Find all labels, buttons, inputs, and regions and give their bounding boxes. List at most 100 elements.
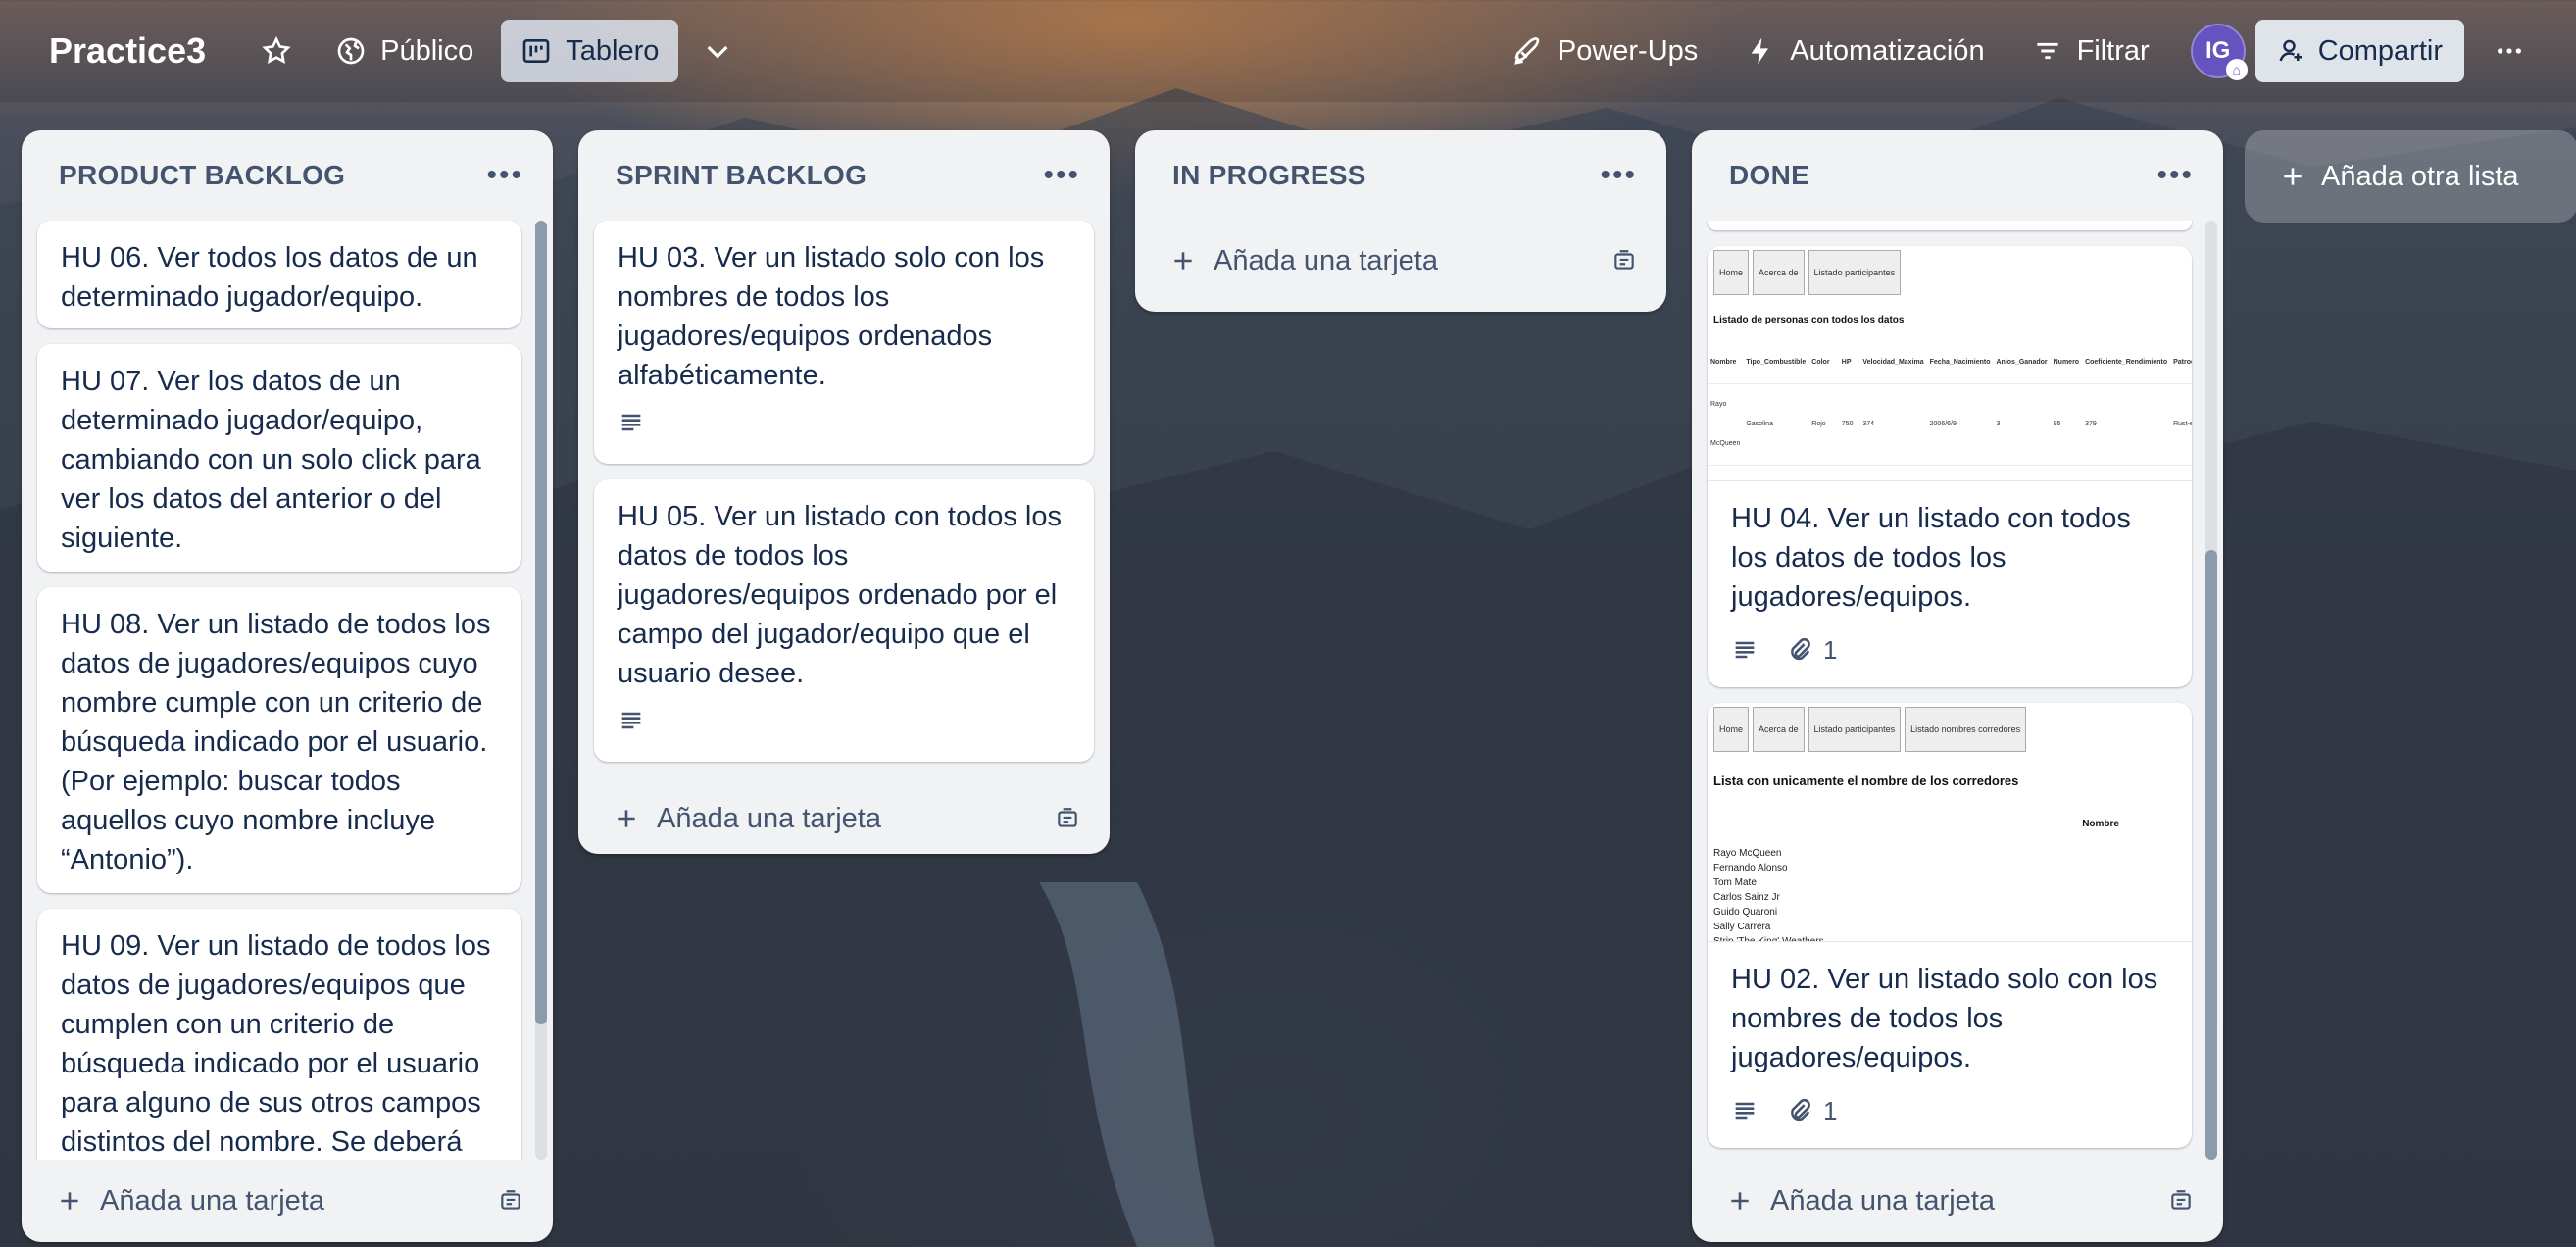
card[interactable]: HU 08. Ver un listado de todos los datos… [37,587,521,893]
plus-icon [1731,1192,1749,1210]
cover-table-cell: 323 [1859,465,1927,480]
card-container: HU 03. Ver un listado solo con los nombr… [578,221,1110,777]
cover-nav: Home Acerca de Listado participantes Lis… [1708,703,2192,756]
cover-table-cell: Verde [1808,465,1839,480]
list-title[interactable]: DONE [1729,160,1809,191]
cover-table-cell: 2006/6/9 [1926,383,1994,466]
cover-table-cell: 750 [1838,383,1860,466]
card-title: HU 08. Ver un listado de todos los datos… [61,609,491,875]
card[interactable]: HU 09. Ver un listado de todos los datos… [37,909,521,1160]
description-icon [621,414,641,431]
member-avatar[interactable]: IG ⌂ [2190,24,2248,80]
plus-icon [1174,252,1192,270]
cover-table-header-cell: HP [1838,342,1860,384]
card-template-icon[interactable] [1611,248,1637,274]
list-scrollbar[interactable] [535,221,547,1160]
card[interactable]: HU 03. Ver un listado solo con los nombr… [594,221,1094,464]
list-menu-icon[interactable]: ••• [486,159,523,192]
cover-heading: Listado de personas con todos los datos [1713,315,1905,325]
filter-button[interactable]: Filtrar [2012,20,2169,82]
card[interactable]: HU 07. Ver los datos de un determinado j… [37,344,521,572]
attachment-badge: 1 [1786,1091,1837,1130]
add-card-button[interactable]: Añada una tarjeta [57,1185,324,1218]
board-view-button[interactable]: Tablero [501,20,679,82]
automation-label: Automatización [1790,34,1985,67]
card[interactable] [1708,221,2192,230]
cover-table-cell: 1000 [1838,465,1860,480]
automation-button[interactable]: Automatización [1725,20,2004,82]
add-card-label: Añada una tarjeta [100,1184,324,1217]
cover-table-cell: 1 [2082,465,2171,480]
board-menu-button[interactable] [2478,20,2541,82]
more-icon [2498,48,2521,54]
powerups-button[interactable]: Power-Ups [1493,20,1717,82]
cover-table-header-cell: Coeficiente_Rendimiento [2082,342,2171,384]
cover-name-item: Strip 'The King' Weathers [1713,936,1824,942]
cover-heading: Lista con unicamente el nombre de los co… [1713,773,2019,788]
cover-nav-item: Home [1713,250,1750,295]
visibility-button[interactable]: Público [316,20,493,82]
card-title: HU 04. Ver un listado con todos los dato… [1731,503,2131,613]
cover-table-cell: Gasolina [1743,383,1809,466]
cover-nav-item: Acerca de [1753,707,1805,752]
board-view-label: Tablero [566,34,660,67]
card-template-icon[interactable] [498,1188,523,1214]
cover-names-list: Rayo McQueen Fernando Alonso Tom Mate Carlo… [1708,846,2192,942]
scrollbar-thumb[interactable] [2205,550,2217,1160]
cover-nav-item: Acerca de [1753,250,1805,295]
list-menu-icon[interactable]: ••• [2156,159,2194,192]
add-card-row: Añada una tarjeta [1692,1160,2223,1242]
cover-name-item: Carlos Sainz Jr [1713,892,1780,903]
paperclip-icon [1791,1098,1810,1122]
add-list-label: Añada otra lista [2321,160,2519,192]
add-card-button[interactable]: Añada una tarjeta [614,803,881,835]
powerups-label: Power-Ups [1557,34,1699,67]
card[interactable]: Home Acerca de Listado participantes Lis… [1708,703,2192,1148]
list-menu-icon[interactable]: ••• [1043,159,1080,192]
views-dropdown-button[interactable] [686,20,749,82]
add-card-row: Añada una tarjeta [578,777,1110,860]
add-card-button[interactable]: Añada una tarjeta [1170,245,1438,277]
list-title[interactable]: IN PROGRESS [1172,160,1366,191]
card[interactable]: HU 06. Ver todos los datos de un determi… [37,221,521,328]
list-done: DONE ••• Home Acerca de Listado particip… [1692,130,2223,1242]
attachment-badge: 1 [1786,630,1837,670]
add-card-label: Añada una tarjeta [1770,1184,1995,1217]
globe-icon [337,37,365,65]
star-button[interactable] [245,20,308,82]
card-template-icon[interactable] [1055,806,1080,831]
cover-table-cell: Gasolina [1743,465,1809,480]
cover-table-cell: 1981/7/29 [1926,465,1994,480]
avatar-initials: IG [2205,37,2231,64]
list-title[interactable]: PRODUCT BACKLOG [59,160,345,191]
card-title: HU 05. Ver un listado con todos los dato… [618,501,1062,689]
card-template-icon[interactable] [2168,1188,2194,1214]
star-icon [262,35,291,64]
card-title: HU 06. Ver todos los datos de un determi… [61,242,478,313]
cover-table-header-cell: Fecha_Nacimiento [1926,342,1994,384]
list-title[interactable]: SPRINT BACKLOG [616,160,867,191]
cover-table-header-cell: Nombre [1708,342,1744,384]
cover-table-header-cell: Color [1808,342,1839,384]
card[interactable]: HU 05. Ver un listado con todos los dato… [594,479,1094,762]
list-menu-icon[interactable]: ••• [1600,159,1637,192]
visibility-label: Público [380,34,474,67]
scrollbar-thumb[interactable] [535,221,547,1024]
list-sprint-backlog: SPRINT BACKLOG ••• HU 03. Ver un listado… [578,130,1110,854]
board-title[interactable]: Practice3 [49,30,206,72]
add-card-button[interactable]: Añada una tarjeta [1727,1185,1995,1218]
cover-table-cell: 95 [2050,383,2083,466]
list-scrollbar[interactable] [2205,221,2217,1160]
cover-nav-item: Listado nombres corredores [1905,707,2027,752]
add-list-button[interactable]: Añada otra lista [2245,130,2576,223]
card-container: Home Acerca de Listado participantes Lis… [1692,221,2223,1160]
card-title: HU 09. Ver un listado de todos los datos… [61,930,491,1158]
cover-table-header-cell: Numero [2050,342,2083,384]
share-button[interactable]: Compartir [2254,20,2464,82]
description-icon [621,712,641,729]
list-header: PRODUCT BACKLOG ••• [22,130,553,221]
rocket-icon [1514,37,1540,65]
add-member-icon [2279,39,2302,62]
card[interactable]: Home Acerca de Listado participantes Lis… [1708,246,2192,687]
attachment-count: 1 [1823,1096,1838,1125]
